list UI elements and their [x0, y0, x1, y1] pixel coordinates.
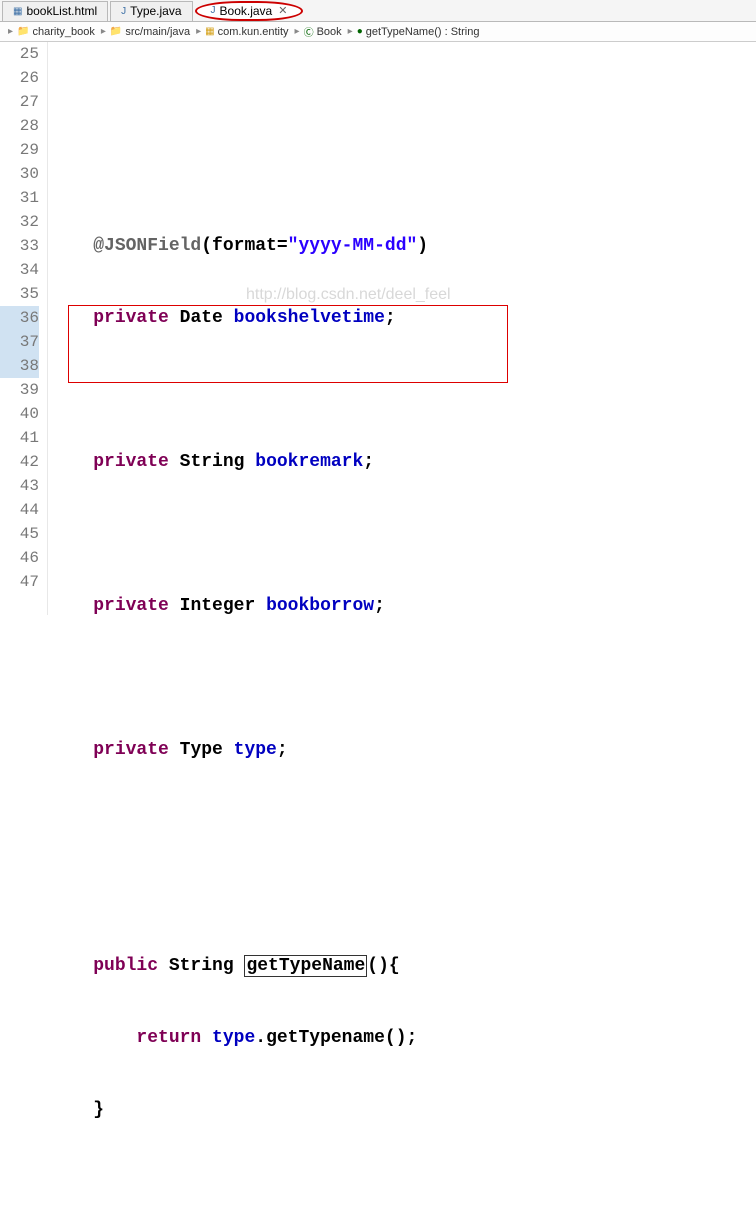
chevron-right-icon: ▸ — [295, 26, 300, 37]
line-number: 43 — [0, 474, 39, 498]
code-line: private Type type; — [50, 738, 756, 762]
tab-booklist-html[interactable]: ▦ bookList.html — [2, 1, 108, 21]
breadcrumb-package[interactable]: ▦ com.kun.entity — [205, 26, 288, 38]
tab-book-java[interactable]: J Book.java ✕ — [195, 1, 304, 21]
code-line: } — [50, 1098, 756, 1122]
tab-label: Book.java — [220, 4, 273, 18]
line-number: 26 — [0, 66, 39, 90]
java-file-icon: J — [211, 5, 216, 16]
code-line: private String bookremark; — [50, 450, 756, 474]
line-number: 35 — [0, 282, 39, 306]
chevron-right-icon: ▸ — [348, 26, 353, 37]
close-icon[interactable]: ✕ — [278, 4, 287, 17]
line-number: 30 — [0, 162, 39, 186]
tab-label: bookList.html — [26, 4, 97, 18]
code-editor[interactable]: 2526272829303132333435363738394041424344… — [0, 42, 756, 615]
line-number: 31 — [0, 186, 39, 210]
line-number: 45 — [0, 522, 39, 546]
code-line — [50, 522, 756, 546]
html-file-icon: ▦ — [13, 6, 22, 17]
code-line: return type.getTypename(); — [50, 1026, 756, 1050]
breadcrumb-project[interactable]: 📁charity_book — [17, 26, 95, 38]
line-number: 28 — [0, 114, 39, 138]
code-line — [50, 810, 756, 834]
line-number: 32 — [0, 210, 39, 234]
editor-tabs: ▦ bookList.html J Type.java J Book.java … — [0, 0, 756, 22]
breadcrumb-label: charity_book — [32, 26, 94, 38]
code-line — [50, 378, 756, 402]
code-line: private Date bookshelvetime; — [50, 306, 756, 330]
code-area[interactable]: http://blog.csdn.net/deel_feel @JSONFiel… — [48, 42, 756, 615]
class-icon: Ⓒ — [304, 24, 314, 39]
line-number: 36 — [0, 306, 39, 330]
java-file-icon: J — [121, 6, 126, 17]
method-icon: ● — [357, 26, 363, 37]
chevron-right-icon: ▸ — [196, 26, 201, 37]
breadcrumb-class[interactable]: ⒸBook — [304, 24, 342, 39]
code-line — [50, 666, 756, 690]
tab-type-java[interactable]: J Type.java — [110, 1, 192, 21]
line-number: 40 — [0, 402, 39, 426]
line-number: 46 — [0, 546, 39, 570]
package-icon: ▦ — [205, 26, 214, 37]
line-number: 37 — [0, 330, 39, 354]
line-number: 47 — [0, 570, 39, 594]
project-icon: 📁 — [17, 26, 29, 37]
line-number: 38 — [0, 354, 39, 378]
line-number: 34 — [0, 258, 39, 282]
line-number: 41 — [0, 426, 39, 450]
line-number: 29 — [0, 138, 39, 162]
breadcrumb-src[interactable]: 📁src/main/java — [110, 26, 190, 38]
chevron-right-icon: ▸ — [101, 26, 106, 37]
breadcrumb-label: com.kun.entity — [218, 26, 289, 38]
code-line — [50, 1170, 756, 1194]
line-number: 33 — [0, 234, 39, 258]
code-line — [50, 162, 756, 186]
tab-label: Type.java — [130, 4, 181, 18]
code-line — [50, 882, 756, 906]
breadcrumb-label: src/main/java — [125, 26, 190, 38]
breadcrumb: ▸ 📁charity_book ▸ 📁src/main/java ▸ ▦com.… — [0, 22, 756, 42]
code-line: public String getTypeName(){ — [50, 954, 756, 978]
folder-icon: 📁 — [110, 26, 122, 37]
code-line: private Integer bookborrow; — [50, 594, 756, 618]
line-number: 27 — [0, 90, 39, 114]
line-number: 39 — [0, 378, 39, 402]
breadcrumb-method[interactable]: ●getTypeName() : String — [357, 26, 480, 38]
line-number-gutter: 2526272829303132333435363738394041424344… — [0, 42, 48, 615]
line-number: 44 — [0, 498, 39, 522]
code-line: @JSONField(format="yyyy-MM-dd") — [50, 234, 756, 258]
line-number: 42 — [0, 450, 39, 474]
chevron-right-icon: ▸ — [8, 26, 13, 37]
watermark-text: http://blog.csdn.net/deel_feel — [246, 283, 451, 307]
breadcrumb-label: getTypeName() : String — [366, 26, 480, 38]
breadcrumb-label: Book — [317, 26, 342, 38]
line-number: 25 — [0, 42, 39, 66]
